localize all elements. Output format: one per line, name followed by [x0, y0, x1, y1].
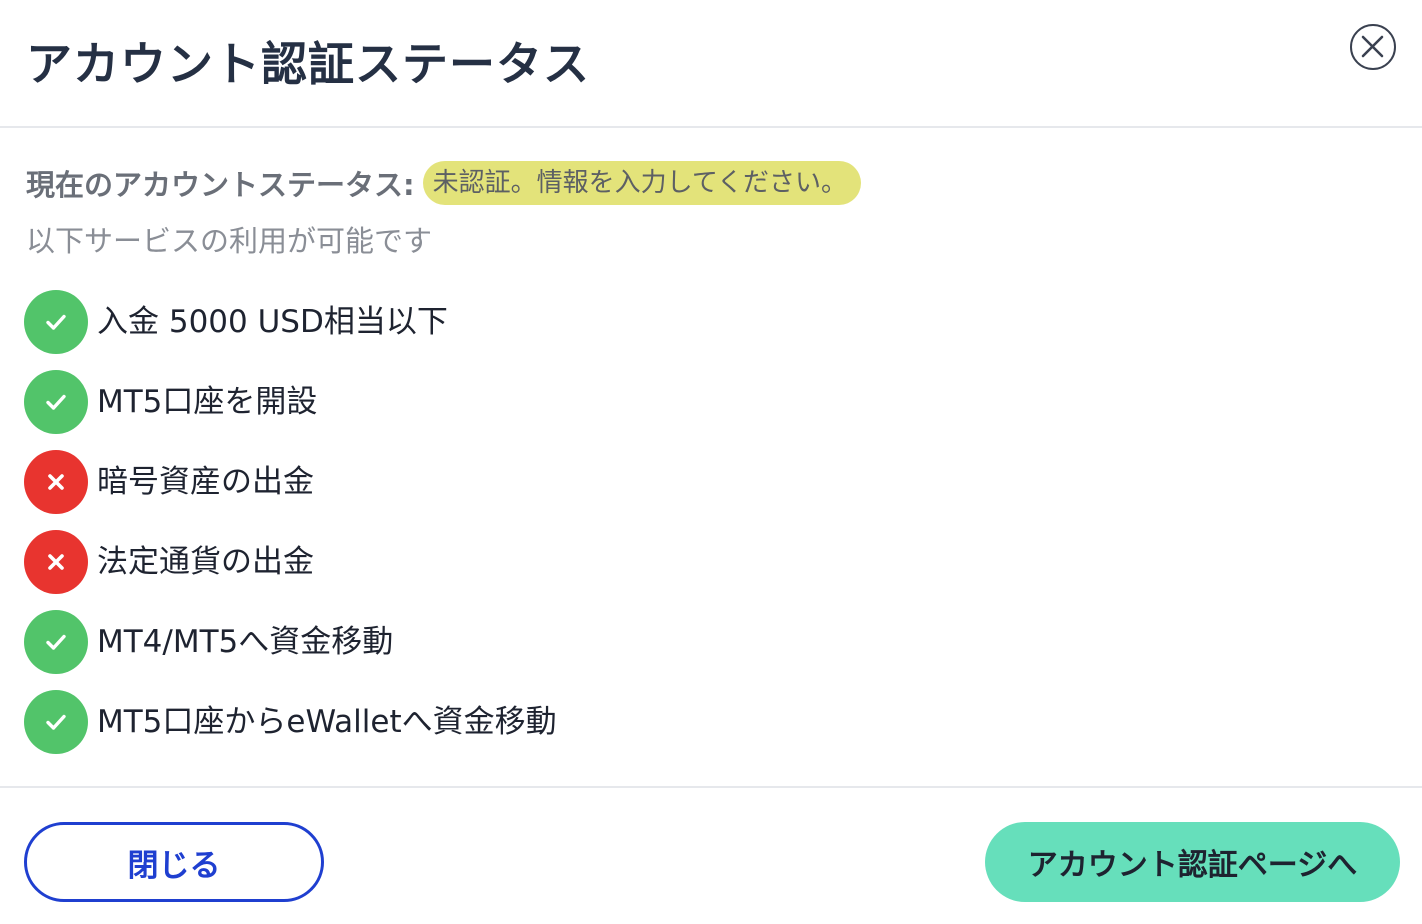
service-label: 入金 5000 USD相当以下 — [97, 304, 448, 340]
cross-icon — [24, 450, 88, 514]
service-label: MT5口座からeWalletへ資金移動 — [97, 704, 557, 740]
service-item: 法定通貨の出金 — [24, 530, 557, 610]
service-label: 法定通貨の出金 — [97, 544, 314, 580]
service-item: 暗号資産の出金 — [24, 450, 557, 530]
check-icon — [24, 370, 88, 434]
service-item: 入金 5000 USD相当以下 — [24, 290, 557, 370]
account-status-line: 現在のアカウントステータス: 未認証。情報を入力してください。 — [26, 160, 862, 206]
available-services-heading: 以下サービスの利用が可能です — [26, 224, 433, 258]
dialog-title: アカウント認証ステータス — [26, 37, 590, 91]
service-label: MT4/MT5へ資金移動 — [97, 624, 394, 660]
service-item: MT5口座からeWalletへ資金移動 — [24, 690, 557, 770]
service-label: MT5口座を開設 — [97, 384, 318, 420]
close-dialog-button[interactable]: 閉じる — [24, 822, 324, 902]
check-icon — [24, 290, 88, 354]
service-item: MT4/MT5へ資金移動 — [24, 610, 557, 690]
cross-icon — [24, 530, 88, 594]
dialog-header: アカウント認証ステータス — [0, 0, 1422, 128]
status-label: 現在のアカウントステータス: — [26, 168, 415, 202]
close-button[interactable] — [1350, 24, 1396, 70]
close-icon — [1361, 35, 1384, 58]
check-icon — [24, 610, 88, 674]
dialog-footer: 閉じる アカウント認証ページへ — [0, 786, 1422, 924]
service-label: 暗号資産の出金 — [97, 464, 314, 500]
check-icon — [24, 690, 88, 754]
go-to-verification-button[interactable]: アカウント認証ページへ — [985, 822, 1400, 902]
account-status-dialog: アカウント認証ステータス 現在のアカウントステータス: 未認証。情報を入力してく… — [0, 0, 1422, 924]
status-badge: 未認証。情報を入力してください。 — [422, 161, 862, 205]
service-list: 入金 5000 USD相当以下 MT5口座を開設 暗号資産の出金 法定通貨の出金… — [24, 290, 557, 770]
service-item: MT5口座を開設 — [24, 370, 557, 450]
